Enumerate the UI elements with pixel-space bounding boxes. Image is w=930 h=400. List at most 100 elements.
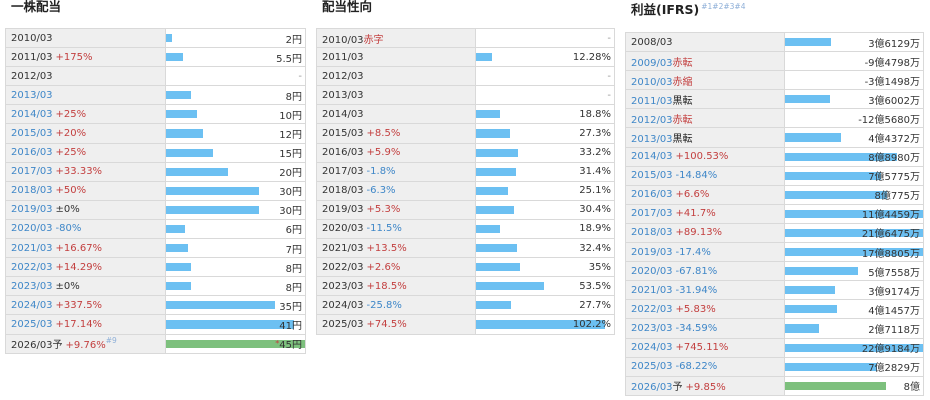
period-label: 2013/03	[322, 89, 364, 101]
period-label[interactable]: 2015/03	[631, 170, 673, 181]
value-text: 18.9%	[579, 220, 611, 237]
footnote-ref[interactable]: #9	[106, 336, 117, 345]
period-label[interactable]: 2015/03	[11, 128, 53, 139]
row-label-cell: 2011/03	[316, 47, 476, 68]
period-label[interactable]: 2026/03	[631, 382, 673, 393]
value-amount: 33.2%	[579, 147, 611, 159]
period-label[interactable]: 2022/03	[11, 262, 53, 273]
table-row: 2010/03赤字 -	[316, 27, 615, 49]
table-row: 2022/03 +2.6% 35%	[316, 257, 615, 278]
yoy-change: +100.53%	[675, 151, 729, 163]
period-label[interactable]: 2016/03	[631, 189, 673, 200]
period-label[interactable]: 2013/03	[11, 90, 53, 101]
bar-cell: 18.8%	[475, 104, 615, 125]
row-label-cell: 2013/03	[316, 85, 476, 106]
yoy-change: +74.5%	[366, 318, 407, 330]
value-amount: 32.4%	[579, 242, 611, 254]
table-body: 2010/03赤字 -2011/03 12.28% 2012/03-2013/03-2…	[316, 27, 615, 335]
row-label-cell: 2025/03 +74.5%	[316, 314, 476, 335]
bar-cell: 12円	[165, 123, 306, 144]
period-label[interactable]: 2016/03	[11, 147, 53, 158]
value-text: 8円	[286, 259, 302, 276]
period-label[interactable]: 2014/03	[11, 109, 53, 120]
period-label[interactable]: 2023/03	[11, 281, 53, 292]
value-text: 3億6002万	[868, 91, 920, 108]
period-label[interactable]: 2010/03	[631, 77, 673, 88]
panel-title-text: 利益(IFRS)	[631, 2, 700, 18]
period-label[interactable]: 2020/03	[631, 266, 673, 277]
period-label[interactable]: 2017/03	[11, 166, 53, 177]
period-label[interactable]: 2024/03	[631, 342, 673, 353]
value-bar	[166, 205, 260, 214]
bar-cell: 27.7%	[475, 295, 615, 316]
yoy-change: +8.5%	[366, 128, 401, 140]
period-label: 2010/03	[11, 32, 53, 44]
row-label-cell: 2016/03 +6.6%	[625, 184, 785, 205]
bar-cell: 5.5円	[165, 47, 306, 68]
period-label[interactable]: 2013/03	[631, 134, 673, 145]
bar-cell: 20円	[165, 161, 306, 182]
period-label[interactable]: 2011/03	[631, 96, 673, 107]
row-label-cell: 2015/03 -14.84%	[625, 165, 785, 186]
value-text: 5.5円	[276, 49, 302, 66]
value-text: 3億9174万	[868, 282, 920, 299]
value-text: -	[607, 30, 611, 47]
period-label[interactable]: 2019/03	[631, 247, 673, 258]
bar-cell: 21億6475万	[784, 222, 924, 244]
yoy-change: -17.4%	[675, 246, 711, 258]
row-label-cell: 2020/03 -67.81%	[625, 261, 785, 282]
table-row: 2020/03 -67.81% 5億7558万	[625, 261, 924, 282]
bar-cell: 2円	[165, 27, 306, 49]
yoy-change: -31.94%	[675, 284, 718, 296]
yoy-change: -11.5%	[366, 223, 402, 235]
value-text: 102.2%	[573, 316, 611, 333]
period-label[interactable]: 2017/03	[631, 208, 673, 219]
period-label[interactable]: 2024/03	[11, 300, 53, 311]
value-bar	[785, 305, 838, 314]
table-row: 2023/03 +18.5% 53.5%	[316, 276, 615, 297]
period-label[interactable]: 2014/03	[631, 151, 673, 162]
period-label[interactable]: 2009/03	[631, 58, 673, 69]
period-label[interactable]: 2012/03	[631, 115, 673, 126]
value-amount: -3億1498万	[864, 76, 920, 88]
yoy-change: ±0%	[55, 204, 80, 216]
value-text: 8億775万	[875, 186, 920, 203]
value-text: 27.7%	[579, 297, 611, 314]
period-label[interactable]: 2021/03	[631, 285, 673, 296]
row-label-cell: 2020/03 -11.5%	[316, 218, 476, 240]
period-label[interactable]: 2018/03	[11, 185, 53, 196]
period-label[interactable]: 2019/03	[11, 204, 53, 215]
value-text: * 45円	[275, 335, 302, 352]
panel-payout-ratio: 配当性向 2010/03赤字 -2011/03 12.28% 2012/03-2013…	[316, 0, 615, 335]
yoy-change: +2.6%	[366, 261, 401, 273]
value-amount: 25.1%	[579, 185, 611, 197]
value-amount: 6円	[285, 225, 302, 237]
bar-cell: 11億4459万	[784, 203, 924, 224]
value-amount: 4億4372万	[868, 134, 920, 146]
table-row: 2015/03 -14.84% 7億5775万	[625, 165, 924, 186]
value-bar	[785, 190, 888, 199]
period-label[interactable]: 2018/03	[631, 227, 673, 238]
value-amount: 31.4%	[579, 166, 611, 178]
value-amount: 5億7558万	[868, 267, 920, 279]
period-label[interactable]: 2022/03	[631, 304, 673, 315]
period-label[interactable]: 2025/03	[631, 361, 673, 372]
status-note: 黒転	[672, 95, 693, 107]
value-amount: 7億5775万	[868, 172, 920, 184]
title-footnote-refs[interactable]: #1#2#3#4	[701, 2, 745, 11]
bar-cell: 27.3%	[475, 123, 615, 144]
period-label[interactable]: 2023/03	[631, 323, 673, 334]
bar-cell: 53.5%	[475, 276, 615, 297]
period-label[interactable]: 2020/03	[11, 223, 53, 234]
period-label[interactable]: 2021/03	[11, 243, 53, 254]
yoy-change: +745.11%	[675, 342, 729, 354]
value-amount: 2億7118万	[868, 324, 920, 336]
value-amount: 30.4%	[579, 204, 611, 216]
value-amount: 22億9184万	[861, 344, 920, 356]
period-label[interactable]: 2025/03	[11, 319, 53, 330]
value-text: 3億6129万	[868, 34, 920, 51]
row-label-cell: 2011/03 +175%	[5, 47, 166, 68]
value-bar	[166, 224, 185, 234]
period-label: 2017/03	[322, 166, 364, 178]
row-label-cell: 2021/03 +13.5%	[316, 238, 476, 259]
